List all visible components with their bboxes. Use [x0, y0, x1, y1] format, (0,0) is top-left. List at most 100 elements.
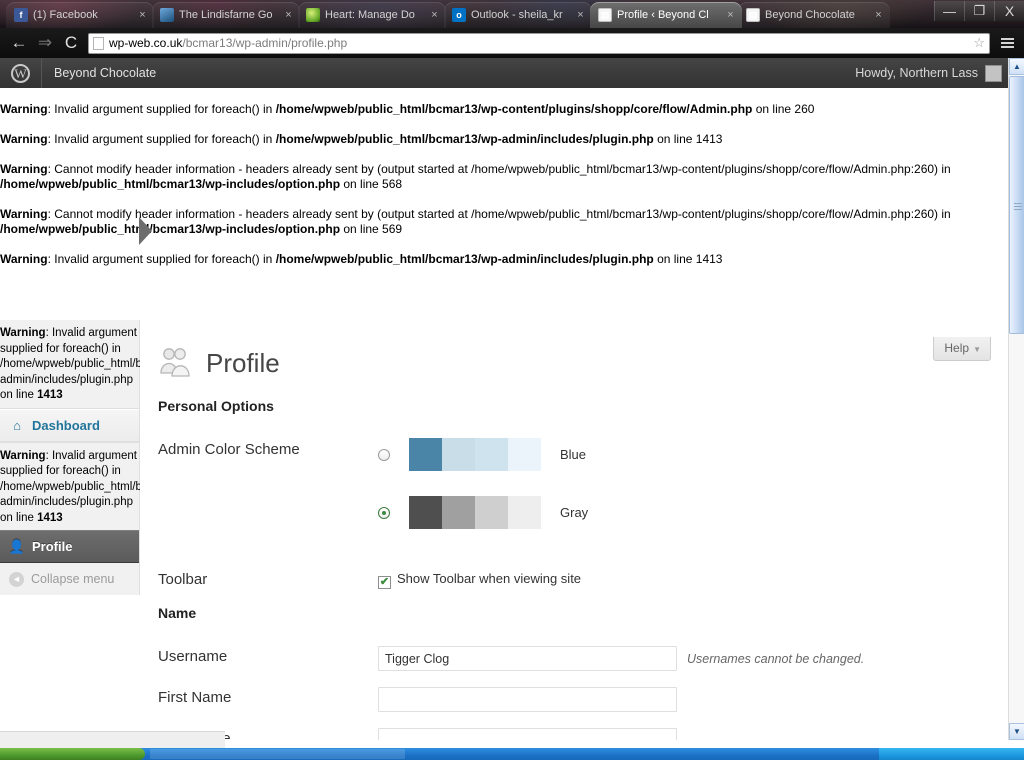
site-name-menu-item[interactable]: Beyond Chocolate: [42, 66, 168, 80]
address-bar[interactable]: wp-web.co.uk/bcmar13/wp-admin/profile.ph…: [88, 32, 990, 54]
facebook-icon: f: [14, 8, 28, 22]
php-warning: Warning: Invalid argument supplied for f…: [0, 102, 1008, 117]
php-warning: Warning: Invalid argument supplied for f…: [0, 132, 1008, 147]
browser-tab-heart[interactable]: Heart: Manage Do ×: [298, 2, 446, 28]
tab-close-icon[interactable]: ×: [137, 9, 148, 21]
warning-text-a: : Invalid argument supplied for foreach(…: [47, 102, 276, 116]
forward-button[interactable]: ⇒: [32, 30, 58, 56]
radio-blue[interactable]: [378, 448, 390, 461]
toolbar-option[interactable]: ✔ Show Toolbar when viewing site: [378, 570, 581, 589]
browser-tab-facebook[interactable]: f (1) Facebook ×: [6, 2, 154, 28]
last-name-input[interactable]: [378, 728, 677, 740]
swatches-gray: [409, 496, 541, 529]
warning-text-a: : Invalid argument supplied for foreach(…: [47, 252, 276, 266]
profile-users-icon: 👤: [8, 538, 26, 554]
show-toolbar-checkbox[interactable]: ✔: [378, 576, 391, 589]
warning-label: Warning: [0, 327, 46, 339]
reload-button[interactable]: C: [58, 30, 84, 56]
dashboard-house-icon: ⌂: [13, 417, 21, 433]
warning-path: /home/wpweb/public_html/bcmar13/wp-admin…: [275, 252, 654, 266]
toolbar-label: Toolbar: [158, 571, 208, 588]
browser-tab-lindisfarne[interactable]: The Lindisfarne Go ×: [152, 2, 300, 28]
scrollbar-grip-icon: [1014, 201, 1022, 210]
warning-text-a: : Invalid argument supplied for foreach(…: [47, 132, 276, 146]
scroll-up-arrow-icon[interactable]: ▲: [1009, 58, 1024, 75]
warning-path: /home/wpweb/public_html/bcmar13/wp-inclu…: [0, 177, 341, 191]
section-heading-name: Name: [158, 605, 197, 621]
tab-title: Heart: Manage Do: [325, 9, 415, 21]
maximize-restore-button[interactable]: ❐: [964, 1, 994, 21]
tab-close-icon[interactable]: ×: [575, 9, 586, 21]
help-tab-label: Help: [944, 341, 970, 355]
page-document-icon: [93, 36, 104, 50]
username-note: Usernames cannot be changed.: [687, 651, 865, 666]
wp-logo-menu-item[interactable]: W: [0, 58, 42, 88]
radio-gray[interactable]: [378, 506, 390, 519]
swatch: [508, 438, 541, 471]
chrome-menu-icon[interactable]: [996, 38, 1018, 48]
color-scheme-option-blue[interactable]: Blue: [378, 438, 588, 471]
collapse-menu-button[interactable]: ◄ Collapse menu: [0, 563, 139, 596]
swatch: [475, 496, 508, 529]
swatch: [442, 496, 475, 529]
collapse-menu-label: Collapse menu: [31, 572, 115, 587]
scroll-down-arrow-icon[interactable]: ▼: [1009, 723, 1024, 740]
warning-label: Warning: [0, 102, 48, 116]
sidebar-item-profile[interactable]: 👤 Profile: [0, 530, 139, 564]
warning-text-b: on line: [0, 511, 38, 524]
swatch: [508, 496, 541, 529]
chevron-down-icon: ▼: [973, 345, 981, 354]
admin-sidebar-menu: Warning: Invalid argument supplied for f…: [0, 320, 202, 596]
document-icon: ▤: [598, 8, 612, 22]
start-button[interactable]: [0, 748, 145, 760]
tab-close-icon[interactable]: ×: [725, 9, 736, 21]
warning-label: Warning: [0, 207, 48, 221]
browser-window: f (1) Facebook × The Lindisfarne Go × He…: [0, 0, 1024, 748]
sidebar-item-label: Dashboard: [32, 417, 100, 433]
current-menu-pointer-icon: [139, 217, 152, 245]
scrollbar-thumb[interactable]: [1009, 76, 1024, 334]
browser-tab-beyond-chocolate[interactable]: ▤ Beyond Chocolate ×: [738, 2, 890, 28]
tab-title: Beyond Chocolate: [765, 9, 855, 21]
howdy-account-menu[interactable]: Howdy, Northern Lass: [855, 64, 1008, 82]
warning-label: Warning: [0, 132, 48, 146]
avatar: [985, 64, 1002, 82]
browser-toolbar: ← ⇒ C wp-web.co.uk/bcmar13/wp-admin/prof…: [0, 28, 1024, 58]
php-warning: Warning: Invalid argument supplied for f…: [0, 252, 1008, 267]
color-scheme-name: Gray: [560, 505, 589, 520]
tab-close-icon[interactable]: ×: [429, 9, 440, 21]
minimize-button[interactable]: —: [934, 1, 964, 21]
show-toolbar-label: Show Toolbar when viewing site: [397, 571, 582, 586]
warning-text-a: : Cannot modify header information - hea…: [47, 162, 951, 176]
url-host: wp-web.co.uk: [109, 36, 183, 50]
profile-users-icon: [158, 346, 194, 380]
sidebar-item-dashboard[interactable]: ⌂ Dashboard: [0, 408, 139, 442]
swatch: [409, 496, 442, 529]
warning-label: Warning: [0, 449, 46, 462]
help-tab-button[interactable]: Help ▼: [933, 337, 991, 361]
color-scheme-option-gray[interactable]: Gray: [378, 496, 588, 529]
warning-label: Warning: [0, 252, 48, 266]
taskbar-window-items[interactable]: [150, 749, 405, 759]
first-name-input[interactable]: [378, 687, 677, 712]
chevron-left-icon: ◄: [9, 571, 24, 587]
username-input[interactable]: [378, 646, 677, 671]
browser-tab-profile[interactable]: ▤ Profile ‹ Beyond Cl ×: [590, 2, 742, 28]
bookmark-star-icon[interactable]: ☆: [967, 35, 985, 51]
first-name-label: First Name: [158, 689, 232, 706]
tab-close-icon[interactable]: ×: [873, 9, 884, 21]
page-scrollbar[interactable]: ▲ ▼: [1008, 58, 1024, 740]
browser-tab-outlook[interactable]: o Outlook - sheila_kr ×: [444, 2, 592, 28]
back-button[interactable]: ←: [6, 30, 32, 56]
warning-label: Warning: [0, 162, 48, 176]
wp-admin-bar: W Beyond Chocolate Howdy, Northern Lass: [0, 58, 1008, 88]
outlook-icon: o: [452, 8, 466, 22]
swatch: [409, 438, 442, 471]
warning-text-b: on line 568: [340, 177, 403, 191]
system-tray[interactable]: [879, 748, 1024, 760]
php-warnings-block: Warning: Invalid argument supplied for f…: [0, 102, 1008, 282]
color-scheme-label: Admin Color Scheme: [158, 441, 300, 458]
admin-content-area: Help ▼ Profile Personal Options Admin Col…: [140, 288, 1008, 740]
tab-close-icon[interactable]: ×: [283, 9, 294, 21]
close-window-button[interactable]: X: [994, 1, 1024, 21]
